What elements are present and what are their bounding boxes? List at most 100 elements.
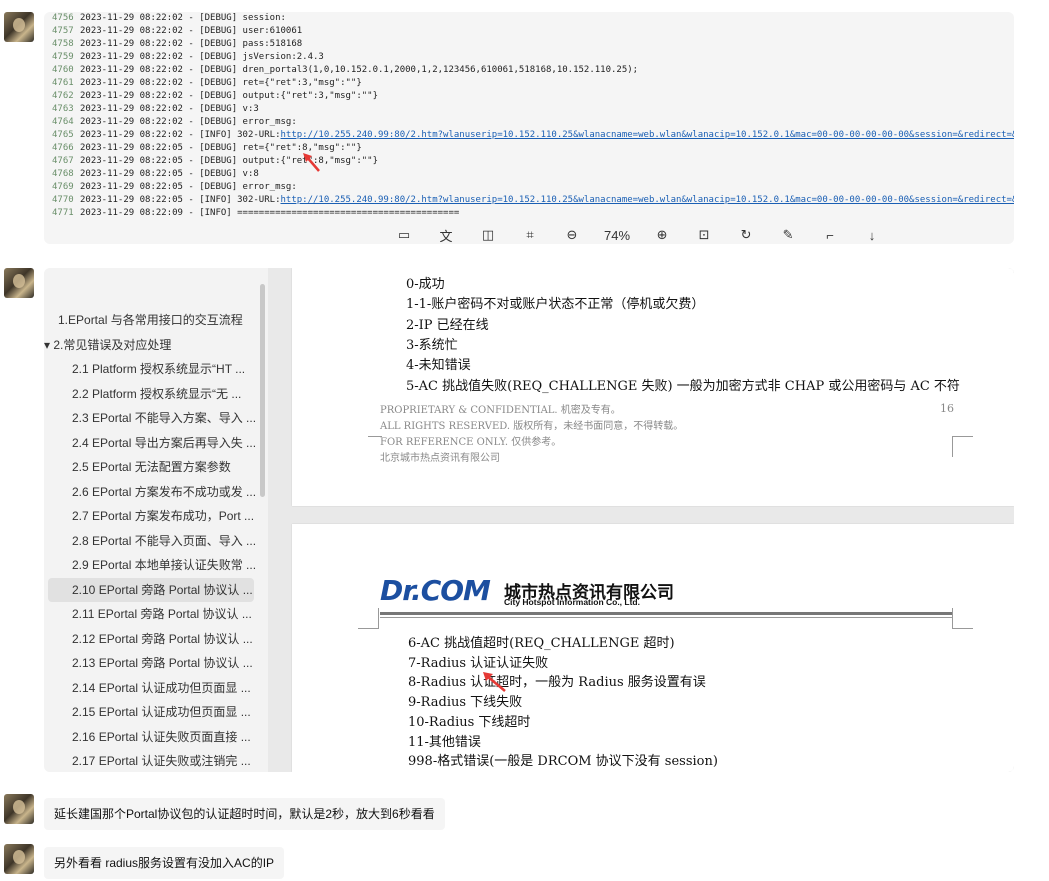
zoom-in-icon[interactable]: ⊕ (652, 227, 672, 243)
zoom-level: 74% (604, 227, 631, 243)
log-line: 4759 2023-11-29 08:22:02 - [DEBUG] jsVers… (52, 51, 1014, 64)
line-number: 4771 (52, 208, 74, 218)
log-line: 4768 2023-11-29 08:22:05 - [DEBUG] v:8 (52, 168, 1014, 181)
red-arrow-icon (483, 672, 506, 692)
text-icon[interactable]: 文 (436, 226, 456, 245)
toc-item[interactable]: 2.17 EPortal 认证失败或注销完 ... (72, 749, 251, 772)
crop-corner (952, 436, 973, 457)
line-number: 4765 (52, 130, 74, 140)
toc-item[interactable]: 2.13 EPortal 旁路 Portal 协议认 ... (72, 651, 253, 675)
zoom-out-icon[interactable]: ⊖ (562, 227, 582, 243)
log-link[interactable]: http://10.255.240.99:80/2.htm?wlanuserip… (280, 130, 1014, 140)
log-text: 2023-11-29 08:22:02 - [DEBUG] v:3 (80, 104, 259, 114)
avatar[interactable] (4, 12, 34, 42)
avatar[interactable] (4, 268, 34, 298)
pdf-text-line: 6-AC 挑战值超时(REQ_CHALLENGE 超时) (408, 636, 675, 651)
pdf-pages: 0-成功 1-1-账户密码不对或账户状态不正常（停机或欠费） 2-IP 已经在线 3-… (268, 268, 1014, 772)
avatar[interactable] (4, 794, 34, 824)
log-text: 2023-11-29 08:22:02 - [DEBUG] session: (80, 13, 286, 23)
pdf-text-line: 11-其他错误 (408, 734, 481, 750)
red-arrow-icon (303, 153, 320, 172)
log-text: 2023-11-29 08:22:02 - [INFO] 302-URL:htt… (80, 130, 1014, 140)
log-line: 4758 2023-11-29 08:22:02 - [DEBUG] pass:5… (52, 38, 1014, 51)
footer-line: ALL RIGHTS RESERVED. 版权所有，未经书面同意，不得转载。 (380, 421, 684, 432)
line-number: 4762 (52, 91, 74, 101)
line-number: 4758 (52, 39, 74, 49)
log-line: 4756 2023-11-29 08:22:02 - [DEBUG] sessio… (52, 12, 1014, 25)
pdf-page-17: Dr.COM 城市热点资讯有限公司 City Hotspot Informati… (292, 524, 1014, 772)
toc-item[interactable]: 2.6 EPortal 方案发布不成功或发 ... (72, 480, 256, 504)
toc-sidebar: 1.EPortal 与各常用接口的交互流程 ▾ 2.常见错误及对应处理 2.1 Pl… (44, 268, 269, 772)
pdf-text-line: 7-Radius 认证认证失败 (408, 655, 549, 671)
pdf-page-16: 0-成功 1-1-账户密码不对或账户状态不正常（停机或欠费） 2-IP 已经在线 3-… (292, 268, 1014, 506)
log-text: 2023-11-29 08:22:02 - [DEBUG] jsVersion:… (80, 52, 324, 62)
toc-item[interactable]: 2.15 EPortal 认证成功但页面显 ... (72, 700, 251, 724)
line-number: 4761 (52, 78, 74, 88)
avatar[interactable] (4, 844, 34, 874)
pdf-text-line: 4-未知错误 (406, 358, 471, 374)
line-number: 4760 (52, 65, 74, 75)
download-icon[interactable]: ↓ (862, 228, 882, 243)
log-line: 4761 2023-11-29 08:22:02 - [DEBUG] ret={"… (52, 77, 1014, 90)
chat-message[interactable]: 另外看看 radius服务设置有没加入AC的IP (44, 847, 285, 879)
log-text: 2023-11-29 08:22:02 - [DEBUG] user:61006… (80, 26, 303, 36)
crop-icon[interactable]: ⌐ (820, 228, 840, 243)
footer: PROPRIETARY & CONFIDENTIAL. 机密及专有。 ALL R… (380, 403, 683, 467)
toc-item[interactable]: 2.11 EPortal 旁路 Portal 协议认 ... (72, 602, 252, 626)
toc-item[interactable]: 2.5 EPortal 无法配置方案参数 (72, 455, 231, 479)
actual-size-icon[interactable]: ⊡ (694, 227, 714, 243)
crop-corner (952, 608, 973, 629)
toc-chapter[interactable]: 1.EPortal 与各常用接口的交互流程 (58, 308, 243, 332)
line-number: 4768 (52, 169, 74, 179)
log-text: 2023-11-29 08:22:02 - [DEBUG] error_msg: (80, 117, 297, 127)
toc-item[interactable]: 2.7 EPortal 方案发布成功，Port ... (72, 504, 254, 528)
viewer-toolbar: ▭ 文 ◫ ⌗ ⊖ 74% ⊕ ⊡ ↻ ✎ ⌐ ↓ (394, 224, 882, 244)
page-number: 16 (940, 402, 954, 415)
annotate-icon[interactable]: ✎ (778, 227, 798, 243)
toc-item[interactable]: 2.14 EPortal 认证成功但页面显 ... (72, 676, 251, 700)
log-text: 2023-11-29 08:22:05 - [DEBUG] error_msg: (80, 182, 297, 192)
log-line: 4770 2023-11-29 08:22:05 - [INFO] 302-URL… (52, 194, 1014, 207)
pdf-screenshot[interactable]: 1.EPortal 与各常用接口的交互流程 ▾ 2.常见错误及对应处理 2.1 Pl… (44, 268, 1014, 772)
toc-item[interactable]: 2.3 EPortal 不能导入方案、导入 ... (72, 406, 256, 430)
rotate-icon[interactable]: ↻ (736, 227, 756, 243)
log-line: 4771 2023-11-29 08:22:09 - [INFO] =======… (52, 207, 1014, 218)
chat-message[interactable]: 延长建国那个Portal协议包的认证超时时间，默认是2秒，放大到6秒看看 (44, 798, 445, 830)
log-line: 4764 2023-11-29 08:22:02 - [DEBUG] error_… (52, 116, 1014, 129)
toc-item[interactable]: 2.1 Platform 授权系统显示“HT ... (72, 357, 245, 381)
header-rule-thin (380, 617, 952, 618)
toc-scrollbar[interactable] (260, 284, 265, 497)
line-number: 4766 (52, 143, 74, 153)
log-text: 2023-11-29 08:22:05 - [INFO] 302-URL:htt… (80, 195, 1014, 205)
line-number: 4756 (52, 13, 74, 23)
footer-line: FOR REFERENCE ONLY. 仅供参考。 (380, 437, 562, 448)
pdf-text-line: 10-Radius 下线超时 (408, 714, 531, 730)
line-number: 4763 (52, 104, 74, 114)
pdf-text-line: 0-成功 (406, 277, 445, 292)
line-number: 4770 (52, 195, 74, 205)
line-number: 4759 (52, 52, 74, 62)
pdf-text-line: 998-格式错误(一般是 DRCOM 协议下没有 session) (408, 754, 718, 770)
header-rule (380, 612, 952, 615)
pdf-text-line: 3-系统忙 (406, 337, 458, 353)
page-icon[interactable]: ▭ (394, 227, 414, 243)
toc-item[interactable]: 2.9 EPortal 本地单接认证失败常 ... (72, 553, 256, 577)
crop-corner (358, 608, 379, 629)
log-screenshot[interactable]: 4756 2023-11-29 08:22:02 - [DEBUG] sessio… (44, 12, 1014, 244)
line-number: 4757 (52, 26, 74, 36)
fit-icon[interactable]: ⌗ (520, 227, 540, 243)
toc-item[interactable]: 2.2 Platform 授权系统显示“无 ... (72, 382, 241, 406)
log-link[interactable]: http://10.255.240.99:80/2.htm?wlanuserip… (280, 195, 1014, 205)
line-number: 4764 (52, 117, 74, 127)
toc-item[interactable]: 2.10 EPortal 旁路 Portal 协议认 ... (48, 577, 254, 602)
log-line: 4757 2023-11-29 08:22:02 - [DEBUG] user:6… (52, 25, 1014, 38)
log-line: 4765 2023-11-29 08:22:02 - [INFO] 302-URL… (52, 129, 1014, 142)
toc-item[interactable]: 2.12 EPortal 旁路 Portal 协议认 ... (72, 627, 253, 651)
split-icon[interactable]: ◫ (478, 227, 498, 243)
footer-line: PROPRIETARY & CONFIDENTIAL. 机密及专有。 (380, 405, 621, 416)
toc-chapter[interactable]: ▾ 2.常见错误及对应处理 (44, 333, 171, 357)
toc-item[interactable]: 2.8 EPortal 不能导入页面、导入 ... (72, 529, 256, 553)
toc-item[interactable]: 2.4 EPortal 导出方案后再导入失 ... (72, 431, 256, 455)
toc-item[interactable]: 2.16 EPortal 认证失败页面直接 ... (72, 725, 251, 749)
pdf-text-line: 5-AC 挑战值失败(REQ_CHALLENGE 失败) 一般为加密方式非 CH… (406, 378, 960, 394)
